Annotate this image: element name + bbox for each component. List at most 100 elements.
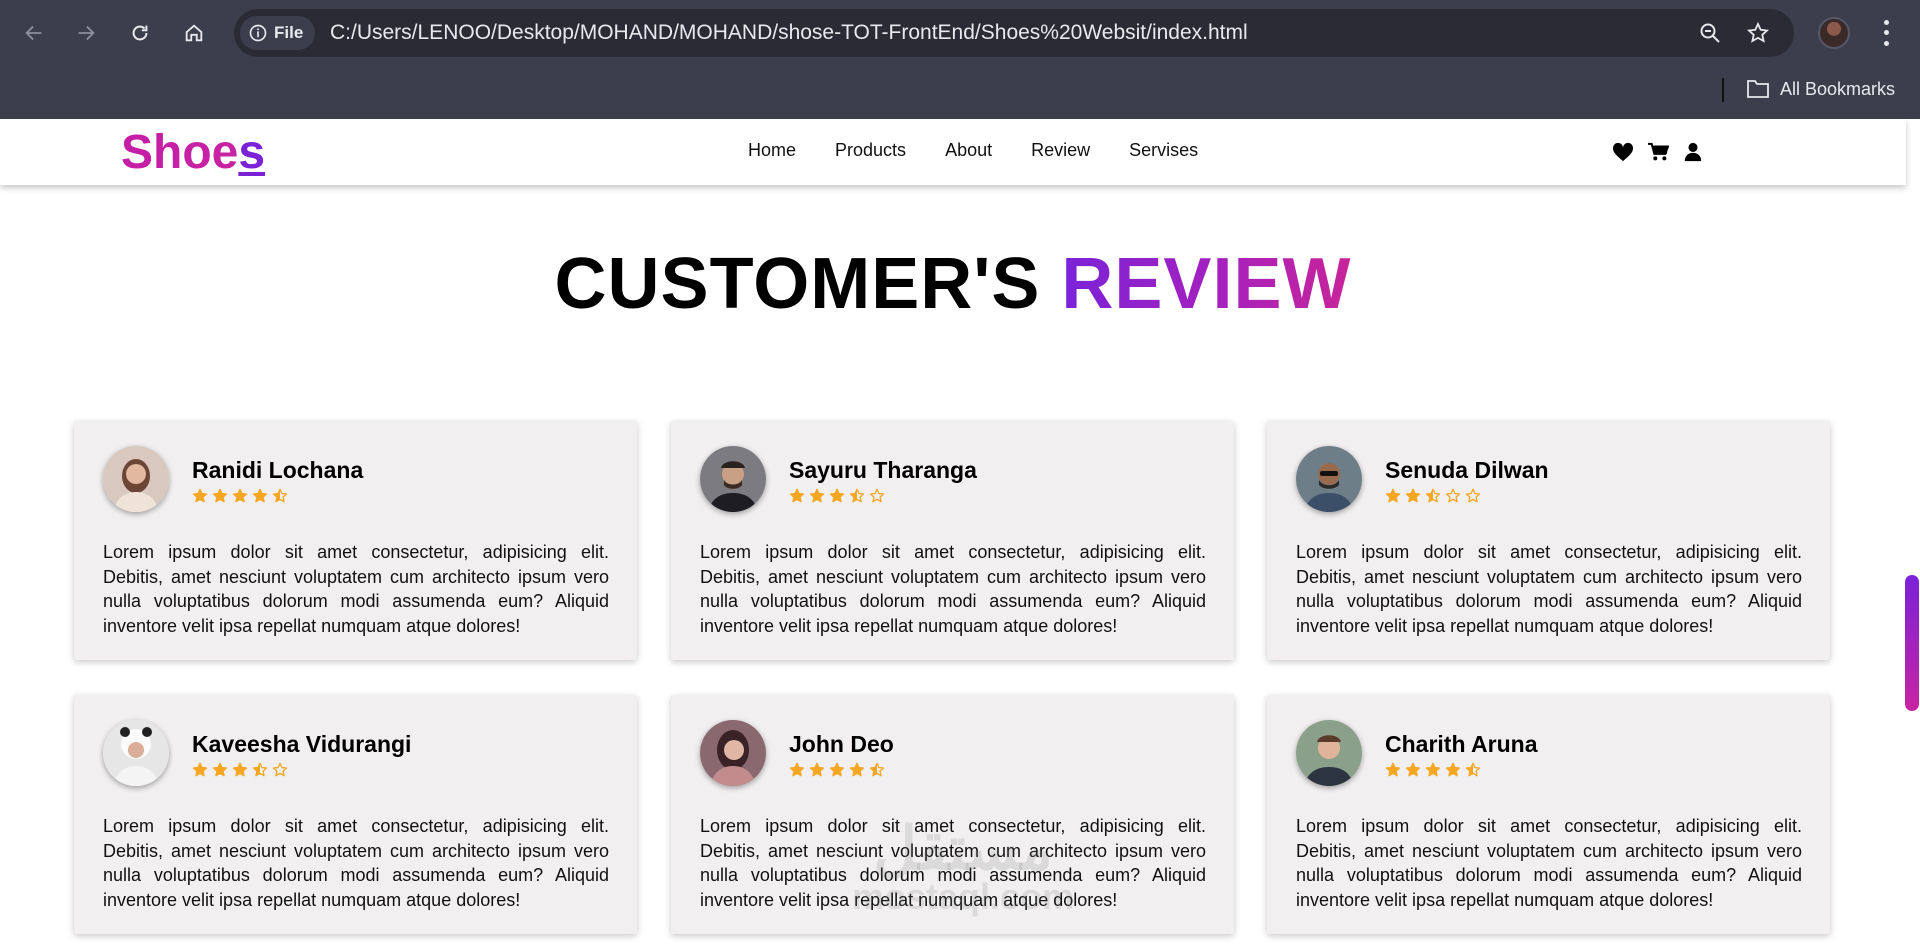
- menu-dot-icon: [1883, 19, 1889, 25]
- bookmarks-bar: All Bookmarks: [0, 66, 1920, 119]
- info-icon: [249, 24, 267, 42]
- star-empty-icon: [1445, 488, 1461, 503]
- star-half-icon: [849, 488, 865, 503]
- nav-review[interactable]: Review: [1031, 140, 1090, 161]
- star-full-icon: [232, 762, 248, 777]
- nav-servises[interactable]: Servises: [1129, 140, 1198, 161]
- reviewer-avatar: [1296, 446, 1362, 512]
- review-text: Lorem ipsum dolor sit amet consectetur, …: [700, 542, 1206, 636]
- star-full-icon: [829, 488, 845, 503]
- home-icon: [185, 24, 203, 42]
- menu-dot-icon: [1883, 30, 1889, 36]
- page-scrollbar-thumb[interactable]: [1905, 575, 1919, 711]
- reviewer-name: Kaveesha Vidurangi: [192, 731, 412, 757]
- page-scrollbar-track[interactable]: [1906, 119, 1920, 945]
- site-logo[interactable]: Shoes: [121, 125, 265, 180]
- home-button[interactable]: [176, 15, 212, 51]
- man-avatar-icon: [1296, 446, 1362, 512]
- reviewer-name: Charith Aruna: [1385, 731, 1538, 757]
- woman-avatar-icon: [103, 720, 169, 786]
- review-text: Lorem ipsum dolor sit amet consectetur, …: [103, 816, 609, 910]
- woman-avatar-icon: [103, 446, 169, 512]
- star-half-icon: [869, 762, 885, 777]
- cart-icon[interactable]: [1647, 142, 1669, 162]
- section-title: CUSTOMER'S REVIEW: [0, 243, 1906, 325]
- all-bookmarks-button[interactable]: All Bookmarks: [1746, 75, 1895, 103]
- reviewer-name: Sayuru Tharanga: [789, 457, 977, 483]
- reload-button[interactable]: [122, 15, 158, 51]
- arrow-left-icon: [25, 25, 42, 41]
- logo-text-last-letter: s: [238, 126, 266, 179]
- star-empty-icon: [1465, 488, 1481, 503]
- star-full-icon: [1405, 762, 1421, 777]
- reload-icon: [132, 25, 148, 41]
- logo-text: Shoe: [121, 126, 239, 179]
- reviewer-avatar: [700, 446, 766, 512]
- star-outline-icon: [1746, 21, 1770, 43]
- review-card: Ranidi Lochana Lorem ipsum dolor sit ame…: [74, 421, 637, 660]
- reviewer-name: Senuda Dilwan: [1385, 457, 1549, 483]
- review-card: John Deo Lorem ipsum dolor sit amet cons…: [671, 695, 1234, 934]
- review-text: Lorem ipsum dolor sit amet consectetur, …: [103, 542, 609, 636]
- star-full-icon: [849, 762, 865, 777]
- review-text: Lorem ipsum dolor sit amet consectetur, …: [700, 816, 1206, 910]
- site-chip-label: File: [274, 23, 304, 42]
- star-full-icon: [1385, 488, 1401, 503]
- zoom-button[interactable]: [1696, 19, 1724, 47]
- reviewer-avatar: [700, 720, 766, 786]
- title-part-customers: CUSTOMER'S: [554, 244, 1041, 324]
- star-full-icon: [809, 488, 825, 503]
- rating-stars: [789, 762, 885, 778]
- star-full-icon: [252, 488, 268, 503]
- review-card: Kaveesha Vidurangi Lorem ipsum dolor sit…: [74, 695, 637, 934]
- woman-avatar-icon: [700, 720, 766, 786]
- rating-stars: [789, 488, 885, 504]
- page-viewport: Shoes Home Products About Review Servise…: [0, 119, 1920, 945]
- rating-stars: [192, 762, 288, 778]
- forward-button[interactable]: [68, 15, 104, 51]
- star-full-icon: [789, 488, 805, 503]
- back-button[interactable]: [16, 15, 52, 51]
- rating-stars: [1385, 762, 1481, 778]
- nav-about[interactable]: About: [945, 140, 992, 161]
- reviewer-avatar: [103, 446, 169, 512]
- man-avatar-icon: [1296, 720, 1362, 786]
- browser-chrome: File C:/Users/LENOO/Desktop/MOHAND/MOHAN…: [0, 0, 1920, 119]
- star-full-icon: [789, 762, 805, 777]
- menu-dot-icon: [1883, 41, 1889, 47]
- star-full-icon: [232, 488, 248, 503]
- folder-icon: [1747, 80, 1769, 98]
- star-empty-icon: [272, 762, 288, 777]
- reviewer-avatar: [103, 720, 169, 786]
- browser-toolbar: File C:/Users/LENOO/Desktop/MOHAND/MOHAN…: [0, 0, 1920, 66]
- bookmark-star-button[interactable]: [1744, 19, 1772, 47]
- review-card: Charith Aruna Lorem ipsum dolor sit amet…: [1267, 695, 1830, 934]
- nav-products[interactable]: Products: [835, 140, 906, 161]
- nav-home[interactable]: Home: [748, 140, 796, 161]
- arrow-right-icon: [78, 25, 95, 41]
- star-full-icon: [212, 762, 228, 777]
- man-avatar-icon: [700, 446, 766, 512]
- star-full-icon: [192, 762, 208, 777]
- star-full-icon: [1385, 762, 1401, 777]
- site-header: Shoes Home Products About Review Servise…: [0, 119, 1906, 185]
- heart-icon[interactable]: [1612, 142, 1634, 162]
- all-bookmarks-label: All Bookmarks: [1780, 78, 1896, 99]
- star-full-icon: [212, 488, 228, 503]
- user-icon[interactable]: [1682, 142, 1704, 162]
- browser-menu-button[interactable]: [1876, 17, 1896, 49]
- review-card: Senuda Dilwan Lorem ipsum dolor sit amet…: [1267, 421, 1830, 660]
- star-full-icon: [1445, 762, 1461, 777]
- reviewer-name: Ranidi Lochana: [192, 457, 364, 483]
- title-part-review: REVIEW: [1061, 244, 1352, 324]
- url-text[interactable]: C:/Users/LENOO/Desktop/MOHAND/MOHAND/sho…: [330, 21, 1248, 45]
- reviewer-avatar: [1296, 720, 1362, 786]
- main-nav: Home Products About Review Servises: [748, 140, 1237, 161]
- star-full-icon: [809, 762, 825, 777]
- star-empty-icon: [869, 488, 885, 503]
- star-full-icon: [1405, 488, 1421, 503]
- profile-avatar[interactable]: [1818, 17, 1850, 49]
- address-bar[interactable]: File C:/Users/LENOO/Desktop/MOHAND/MOHAN…: [234, 9, 1794, 57]
- rating-stars: [192, 488, 288, 504]
- site-info-chip[interactable]: File: [240, 16, 316, 50]
